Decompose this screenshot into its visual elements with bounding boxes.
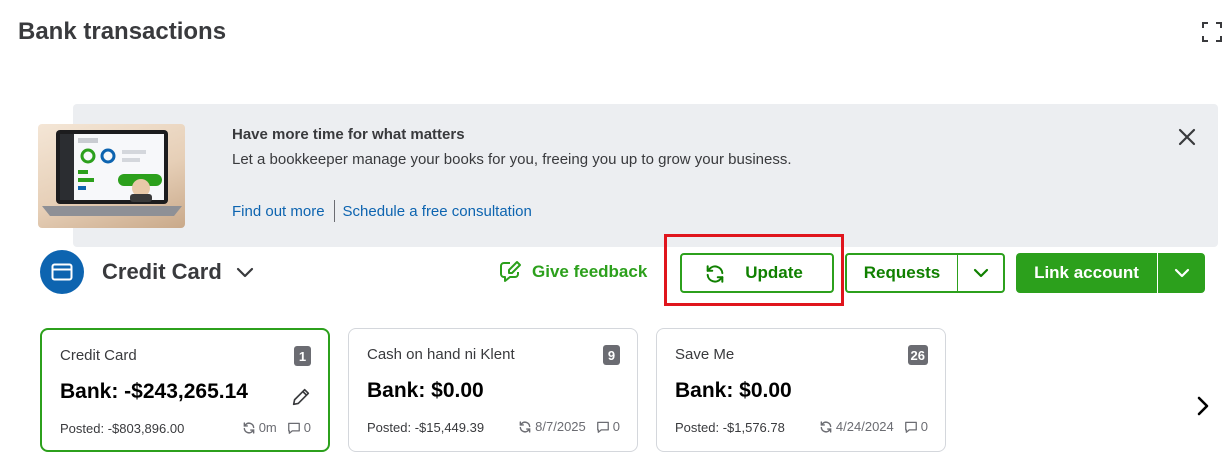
card-bank-balance: Bank: -$243,265.14 — [60, 380, 248, 403]
card-comment-count: 0 — [303, 420, 311, 435]
give-feedback-button[interactable]: Give feedback — [498, 260, 647, 284]
link-account-dropdown-button[interactable] — [1158, 253, 1205, 293]
find-out-more-link[interactable]: Find out more — [232, 203, 325, 220]
requests-button[interactable]: Requests — [845, 253, 958, 293]
requests-dropdown-button[interactable] — [957, 253, 1005, 293]
page-title: Bank transactions — [18, 18, 227, 45]
banner-text: Let a bookkeeper manage your books for y… — [232, 151, 792, 168]
refresh-icon — [519, 420, 531, 433]
link-account-label: Link account — [1034, 263, 1139, 282]
chevron-down-icon — [1174, 268, 1189, 278]
account-card-cash-on-hand[interactable]: Cash on hand ni Klent 9 Bank: $0.00 Post… — [348, 328, 638, 452]
card-sync-time: 4/24/2024 — [835, 419, 894, 434]
card-posted-balance: Posted: -$15,449.39 — [367, 420, 485, 435]
give-feedback-label: Give feedback — [532, 262, 648, 281]
card-meta: 4/24/2024 0 — [819, 419, 928, 434]
card-count-badge: 1 — [294, 346, 311, 366]
card-sync-time: 0m — [258, 420, 277, 435]
comment-icon — [287, 422, 300, 434]
banner-title: Have more time for what matters — [232, 126, 465, 143]
refresh-icon — [706, 265, 724, 283]
card-bank-balance: Bank: $0.00 — [367, 379, 484, 402]
pencil-icon[interactable] — [290, 386, 312, 408]
card-bank-balance: Bank: $0.00 — [675, 379, 792, 402]
card-account-name: Credit Card — [60, 347, 137, 364]
credit-card-icon — [40, 250, 84, 294]
card-posted-balance: Posted: -$803,896.00 — [60, 421, 185, 436]
banner-links: Find out more Schedule a free consultati… — [232, 200, 532, 222]
requests-label: Requests — [863, 263, 941, 282]
refresh-icon — [820, 420, 832, 433]
card-sync-time: 8/7/2025 — [535, 419, 586, 434]
link-account-button[interactable]: Link account — [1016, 253, 1157, 293]
account-card-credit-card[interactable]: Credit Card 1 Bank: -$243,265.14 Posted:… — [40, 328, 330, 452]
card-count-badge: 26 — [907, 345, 928, 365]
update-button[interactable]: Update — [680, 253, 834, 293]
feedback-icon — [500, 261, 521, 282]
card-account-name: Save Me — [675, 346, 735, 363]
card-posted-balance: Posted: -$1,576.78 — [675, 420, 785, 435]
laptop-promo-image — [38, 124, 185, 228]
link-divider — [333, 200, 335, 222]
account-card-save-me[interactable]: Save Me 26 Bank: $0.00 Posted: -$1,576.7… — [656, 328, 946, 452]
refresh-icon — [243, 421, 255, 434]
account-name[interactable]: Credit Card — [102, 259, 222, 285]
card-account-name: Cash on hand ni Klent — [367, 346, 515, 363]
card-count-badge: 9 — [603, 345, 620, 365]
card-comment-count: 0 — [612, 419, 620, 434]
schedule-consultation-link[interactable]: Schedule a free consultation — [343, 203, 532, 220]
comment-icon — [596, 421, 609, 433]
chevron-right-icon[interactable] — [1190, 394, 1214, 418]
chevron-down-icon — [973, 268, 988, 278]
close-icon[interactable] — [1176, 126, 1198, 148]
card-meta: 8/7/2025 0 — [518, 419, 620, 434]
update-label: Update — [745, 263, 803, 282]
chevron-down-icon[interactable] — [235, 263, 255, 283]
card-meta: 0m 0 — [242, 420, 311, 435]
card-comment-count: 0 — [920, 419, 928, 434]
comment-icon — [904, 421, 917, 433]
expand-icon[interactable] — [1200, 20, 1224, 44]
